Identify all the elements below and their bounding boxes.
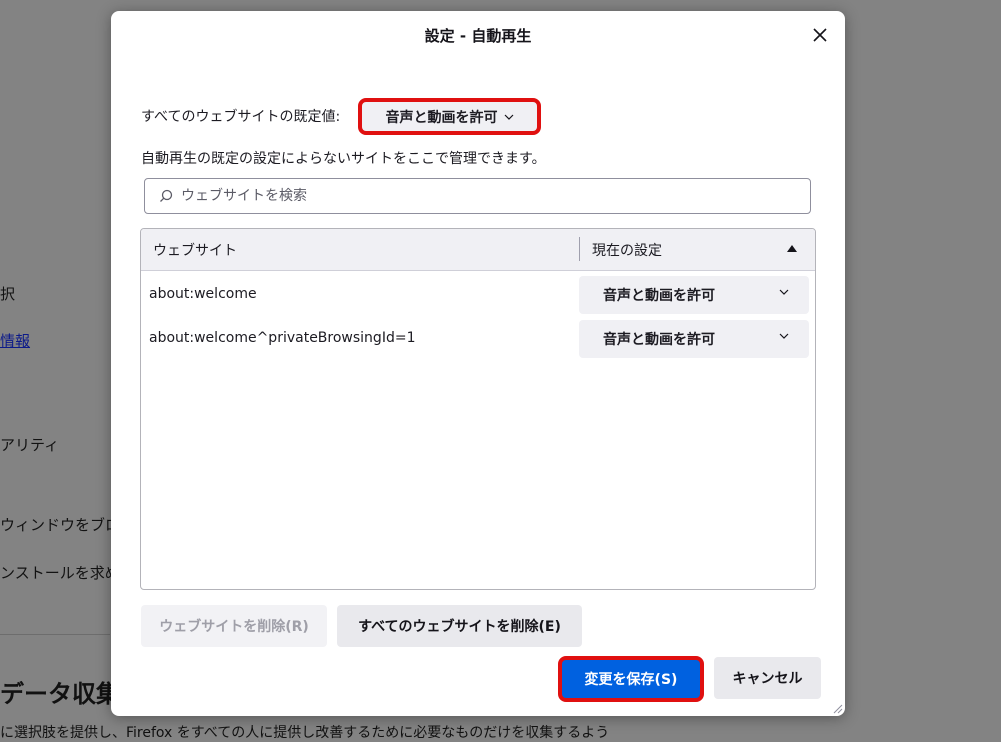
bg-divider <box>0 634 110 635</box>
remove-all-websites-button[interactable]: すべてのウェブサイトを削除(E) <box>337 605 582 647</box>
table-row[interactable]: about:welcome^privateBrowsingId=1 音声と動画を… <box>141 317 815 361</box>
cancel-button[interactable]: キャンセル <box>714 657 821 699</box>
sort-ascending-icon[interactable] <box>787 245 797 252</box>
row-setting-value: 音声と動画を許可 <box>603 288 715 304</box>
row-setting-select[interactable]: 音声と動画を許可 <box>579 276 809 314</box>
bg-item-5: ンストールを求め <box>0 564 120 582</box>
bg-footer-text: に選択肢を提供し、Firefox をすべての人に提供し改善するために必要なものだ… <box>0 725 610 741</box>
row-setting-value: 音声と動画を許可 <box>603 332 715 348</box>
dialog-description: 自動再生の既定の設定によらないサイトをここで管理できます。 <box>141 151 546 167</box>
remove-website-button[interactable]: ウェブサイトを削除(R) <box>141 605 327 647</box>
website-table: ウェブサイト 現在の設定 about:welcome 音声と動画を許可 abou… <box>140 228 816 590</box>
chevron-down-icon <box>504 114 513 120</box>
close-icon <box>813 28 827 42</box>
dialog-title: 設定 - 自動再生 <box>424 26 532 45</box>
bg-link-info: 情報 <box>0 332 31 350</box>
table-header: ウェブサイト 現在の設定 <box>141 229 815 271</box>
website-search-field[interactable] <box>144 178 811 214</box>
column-header-website[interactable]: ウェブサイト <box>153 240 237 260</box>
chevron-down-icon <box>779 289 789 295</box>
column-divider <box>579 237 580 261</box>
save-changes-button[interactable]: 変更を保存(S) <box>558 656 704 702</box>
autoplay-settings-dialog: 設定 - 自動再生 すべてのウェブサイトの既定値: 音声と動画を許可 自動再生の… <box>111 11 845 716</box>
row-setting-select[interactable]: 音声と動画を許可 <box>579 320 809 358</box>
chevron-down-icon <box>779 333 789 339</box>
column-header-current-setting[interactable]: 現在の設定 <box>592 240 662 260</box>
search-icon <box>160 189 173 202</box>
row-website: about:welcome <box>149 286 257 302</box>
close-button[interactable] <box>807 22 833 48</box>
default-autoplay-select[interactable]: 音声と動画を許可 <box>358 98 541 135</box>
default-autoplay-value: 音声と動画を許可 <box>385 109 498 126</box>
resize-grip-icon[interactable] <box>831 702 843 714</box>
bg-item-1: 択 <box>0 285 16 303</box>
table-row[interactable]: about:welcome 音声と動画を許可 <box>141 273 815 317</box>
default-setting-label: すべてのウェブサイトの既定値: <box>141 109 341 125</box>
bg-item-3: アリティ <box>0 436 60 454</box>
row-website: about:welcome^privateBrowsingId=1 <box>149 330 416 346</box>
search-input[interactable] <box>179 187 783 205</box>
